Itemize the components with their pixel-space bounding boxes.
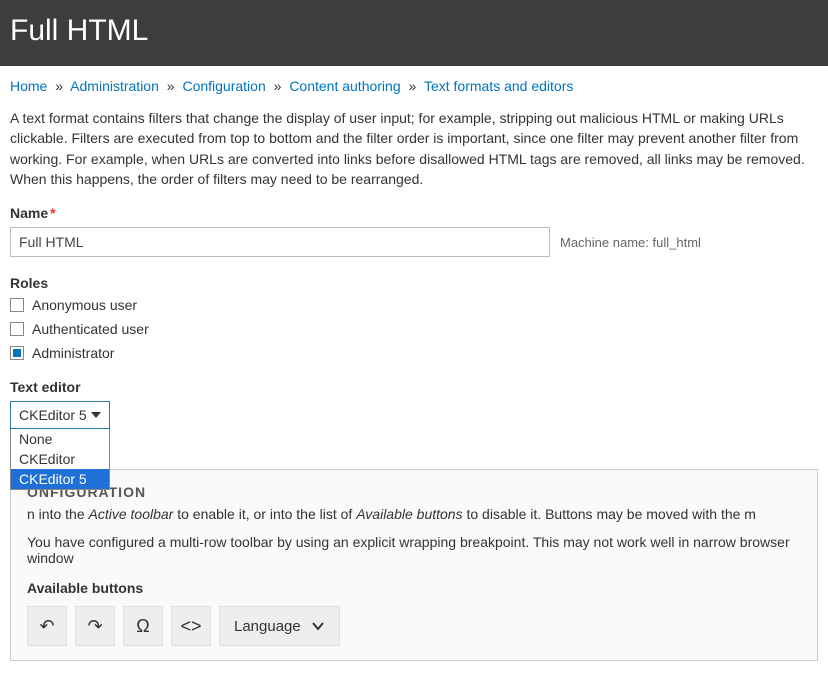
available-buttons-row: ↶ ↷ Ω <> Language bbox=[27, 606, 801, 646]
language-button[interactable]: Language bbox=[219, 606, 340, 646]
page-title: Full HTML bbox=[10, 14, 818, 48]
breadcrumb: Home » Administration » Configuration » … bbox=[10, 78, 818, 94]
select-value: CKEditor 5 bbox=[19, 407, 87, 423]
machine-name: Machine name: full_html bbox=[560, 235, 701, 250]
roles-group: Roles Anonymous user Authenticated user … bbox=[10, 275, 818, 361]
text-editor-dropdown: None CKEditor CKEditor 5 bbox=[10, 429, 110, 490]
hint-active-toolbar: Active toolbar bbox=[89, 506, 174, 522]
toolbar-config-title: ONFIGURATION bbox=[27, 484, 801, 500]
breadcrumb-sep: » bbox=[274, 78, 282, 94]
special-characters-button[interactable]: Ω bbox=[123, 606, 163, 646]
hint-available-buttons: Available buttons bbox=[356, 506, 462, 522]
checkbox-icon[interactable] bbox=[10, 322, 24, 336]
breadcrumb-configuration[interactable]: Configuration bbox=[182, 78, 265, 94]
chevron-down-icon bbox=[91, 412, 101, 418]
breadcrumb-sep: » bbox=[167, 78, 175, 94]
chevron-down-icon bbox=[311, 619, 325, 633]
option-ckeditor[interactable]: CKEditor bbox=[11, 449, 109, 469]
required-marker: * bbox=[50, 205, 55, 221]
name-field-group: Name* Machine name: full_html bbox=[10, 205, 818, 257]
toolbar-config-hint: n into the Active toolbar to enable it, … bbox=[27, 506, 801, 522]
name-label-text: Name bbox=[10, 205, 48, 221]
role-label: Anonymous user bbox=[32, 297, 137, 313]
name-input[interactable] bbox=[10, 227, 550, 257]
toolbar-config-note: You have configured a multi-row toolbar … bbox=[27, 534, 801, 566]
breadcrumb-sep: » bbox=[409, 78, 417, 94]
option-ckeditor5[interactable]: CKEditor 5 bbox=[11, 469, 109, 489]
checkbox-icon[interactable] bbox=[10, 298, 24, 312]
breadcrumb-content-authoring[interactable]: Content authoring bbox=[289, 78, 400, 94]
format-description: A text format contains filters that chan… bbox=[10, 108, 818, 189]
role-label: Administrator bbox=[32, 345, 114, 361]
role-administrator[interactable]: Administrator bbox=[10, 345, 818, 361]
redo-button[interactable]: ↷ bbox=[75, 606, 115, 646]
hint-text: to disable it. Buttons may be moved with… bbox=[463, 506, 756, 522]
language-button-label: Language bbox=[234, 618, 301, 635]
toolbar-configuration-panel: ONFIGURATION n into the Active toolbar t… bbox=[10, 469, 818, 661]
breadcrumb-sep: » bbox=[55, 78, 63, 94]
text-editor-select[interactable]: CKEditor 5 bbox=[10, 401, 110, 429]
name-label: Name* bbox=[10, 205, 818, 221]
machine-name-value: full_html bbox=[653, 235, 701, 250]
source-code-button[interactable]: <> bbox=[171, 606, 211, 646]
role-authenticated[interactable]: Authenticated user bbox=[10, 321, 818, 337]
content-region: Home » Administration » Configuration » … bbox=[0, 66, 828, 673]
option-none[interactable]: None bbox=[11, 429, 109, 449]
role-anonymous[interactable]: Anonymous user bbox=[10, 297, 818, 313]
checkbox-checked-icon[interactable] bbox=[10, 346, 24, 360]
machine-name-label: Machine name: bbox=[560, 235, 649, 250]
breadcrumb-home[interactable]: Home bbox=[10, 78, 47, 94]
available-buttons-label: Available buttons bbox=[27, 580, 801, 596]
breadcrumb-administration[interactable]: Administration bbox=[70, 78, 159, 94]
hint-text: to enable it, or into the list of bbox=[173, 506, 356, 522]
role-label: Authenticated user bbox=[32, 321, 149, 337]
roles-label: Roles bbox=[10, 275, 818, 291]
undo-button[interactable]: ↶ bbox=[27, 606, 67, 646]
text-editor-group: Text editor CKEditor 5 None CKEditor CKE… bbox=[10, 379, 818, 429]
page-header: Full HTML bbox=[0, 0, 828, 66]
hint-text: n into the bbox=[27, 506, 89, 522]
text-editor-select-wrap: CKEditor 5 None CKEditor CKEditor 5 bbox=[10, 401, 110, 429]
text-editor-label: Text editor bbox=[10, 379, 818, 395]
breadcrumb-text-formats[interactable]: Text formats and editors bbox=[424, 78, 573, 94]
